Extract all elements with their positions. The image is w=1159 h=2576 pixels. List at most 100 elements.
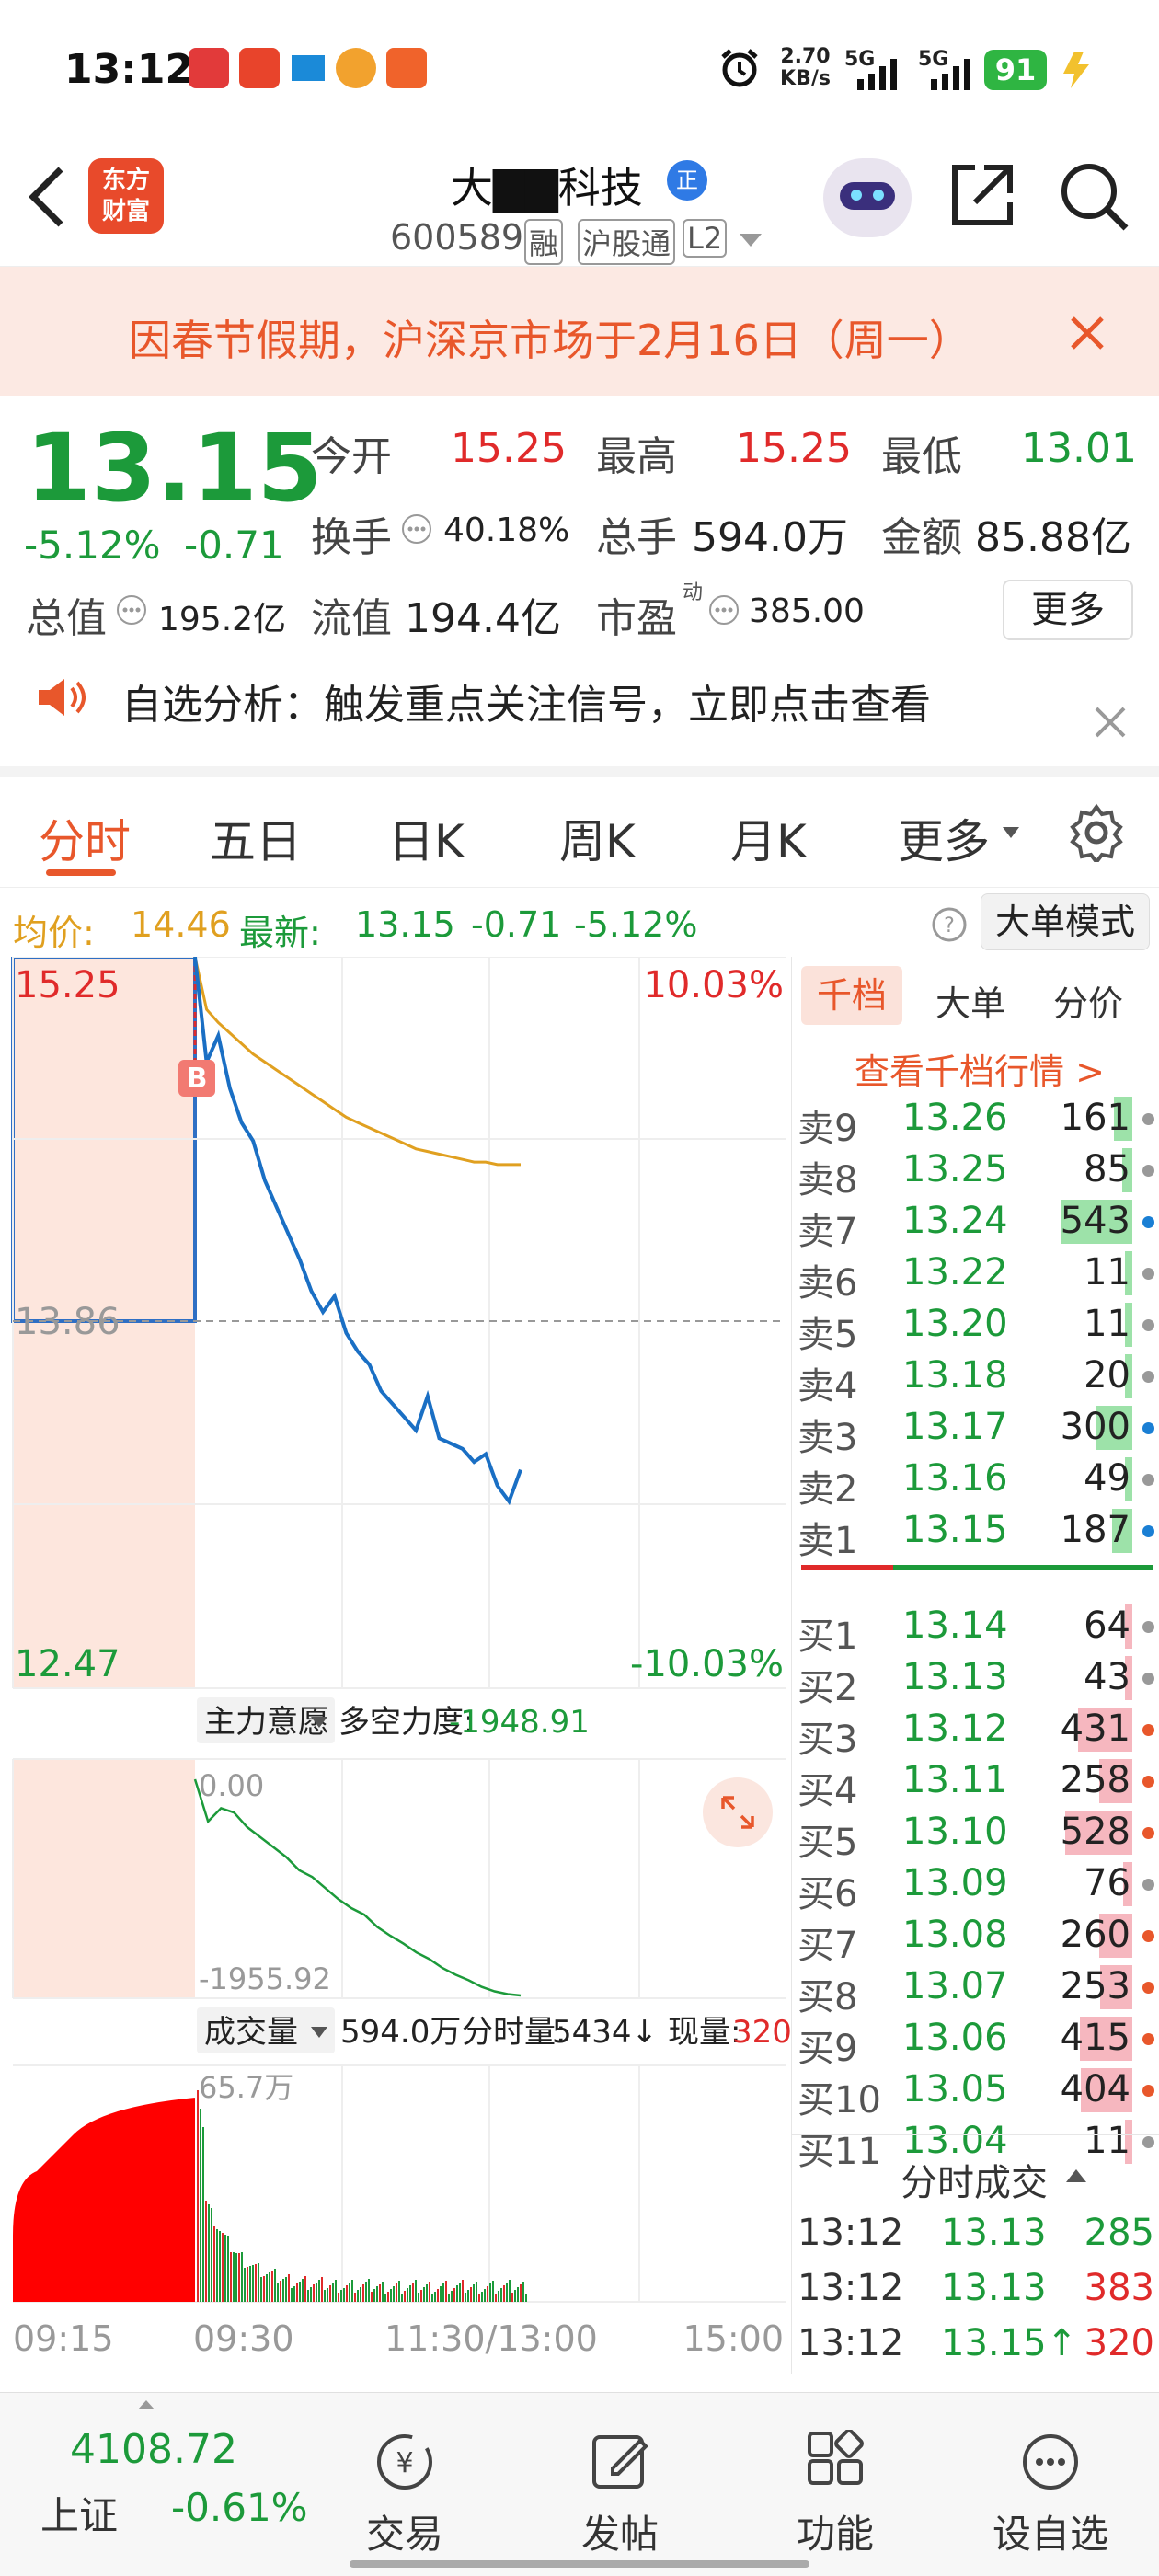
chevron-up-icon[interactable] [136, 2398, 156, 2411]
info-dots-icon[interactable] [116, 594, 147, 626]
chevron-up-icon[interactable] [1064, 2168, 1088, 2184]
sell-level-row[interactable]: 卖8 13.25 85 [792, 1144, 1159, 1202]
volume-bar [274, 2269, 276, 2302]
info-dots-icon[interactable] [401, 513, 432, 545]
buy-level-row[interactable]: 买10 13.05 404 [792, 2064, 1159, 2122]
volume-bar [393, 2286, 395, 2302]
tab-monthly-k[interactable]: 月K [730, 805, 807, 871]
stock-title[interactable]: 大▇▇科技 正 600589 融 沪股通 L2 [386, 147, 773, 265]
sell-level-row[interactable]: 卖7 13.24 543 [792, 1196, 1159, 1253]
sell-level-row[interactable]: 卖4 13.18 20 [792, 1351, 1159, 1408]
level-volume: 187 [1060, 1509, 1130, 1551]
volume-select-label: 成交量 [204, 2014, 298, 2051]
volume-bar [387, 2292, 389, 2302]
post-button[interactable]: 发帖 [546, 2430, 694, 2559]
sell-level-row[interactable]: 卖9 13.26 161 [792, 1093, 1159, 1150]
tab-price-dist[interactable]: 分价 [1053, 975, 1123, 1026]
low-value: 13.01 [1021, 425, 1137, 472]
low-label: 最低 [881, 433, 962, 480]
view-depth-link[interactable]: 查看千档行情 > [855, 1043, 1105, 1094]
alert-notice[interactable]: 自选分析：触发重点关注信号，立即点击查看 [0, 662, 1159, 777]
tab-depth-1000[interactable]: 千档 [801, 966, 902, 1025]
volume-bar [244, 2268, 246, 2302]
assistant-robot-icon[interactable] [823, 158, 912, 237]
volume-bar [211, 2208, 212, 2302]
buy-level-row[interactable]: 买4 13.11 258 [792, 1755, 1159, 1812]
tab-daily-k[interactable]: 日K [388, 805, 465, 871]
holiday-banner[interactable]: 因春节假期，沪深京市场于2月16日（周一） [0, 267, 1159, 396]
back-icon[interactable] [26, 164, 68, 230]
tab-more[interactable]: 更多 [898, 805, 990, 871]
chart-tabs: 分时 五日 日K 周K 月K 更多 [0, 777, 1159, 888]
indicator-select-label: 主力意愿 [204, 1704, 329, 1741]
buy-level-row[interactable]: 买3 13.12 431 [792, 1704, 1159, 1761]
more-button[interactable]: 更多 [1003, 580, 1133, 640]
add-watchlist-button[interactable]: 设自选 [977, 2430, 1124, 2559]
info-dots-icon[interactable] [708, 594, 740, 626]
volume-bar [202, 2127, 204, 2302]
change-pct: -5.12% [24, 523, 161, 568]
buy-level-row[interactable]: 买6 13.09 76 [792, 1858, 1159, 1915]
intraday-price-chart[interactable]: B 15.25 13.86 12.47 10.03% -10.03% 主力意愿 … [0, 957, 791, 2374]
level-dot [1142, 2136, 1154, 2148]
gear-icon[interactable] [1067, 803, 1126, 862]
volume-bar [420, 2290, 422, 2302]
volume-bar [230, 2252, 232, 2302]
expand-button[interactable] [703, 1777, 773, 1847]
app-logo[interactable]: 东方 财富 [88, 158, 164, 234]
help-icon[interactable]: ? [931, 906, 968, 943]
level-dot [1142, 1827, 1154, 1839]
dropdown-arrow-icon[interactable] [738, 230, 763, 248]
volume-bar [487, 2286, 488, 2302]
buy-level-row[interactable]: 买8 13.07 253 [792, 1961, 1159, 2018]
share-icon[interactable] [947, 160, 1017, 230]
sell-level-row[interactable]: 卖1 13.15 187 [792, 1505, 1159, 1562]
function-button[interactable]: 功能 [762, 2430, 909, 2559]
verified-icon: 正 [667, 160, 707, 201]
time-label-open: 09:15 [13, 2318, 114, 2359]
index-value[interactable]: 4108.72 [70, 2426, 237, 2473]
price-axis-top: 15.25 [15, 964, 120, 1006]
tick-time: 13:12 [798, 2267, 904, 2309]
level-volume: 260 [1060, 1914, 1130, 1956]
avg-value: 14.46 [131, 904, 231, 945]
volume-bar [263, 2276, 265, 2302]
volume-bar [293, 2286, 295, 2302]
volume-bar [473, 2284, 475, 2302]
buy-level-row[interactable]: 买1 13.14 64 [792, 1601, 1159, 1658]
chevron-down-icon[interactable] [1001, 825, 1021, 840]
svg-text:¥: ¥ [396, 2447, 413, 2479]
search-icon[interactable] [1058, 160, 1131, 234]
sell-level-row[interactable]: 卖3 13.17 300 [792, 1402, 1159, 1459]
tab-intraday[interactable]: 分时 [39, 805, 131, 871]
level-volume: 300 [1060, 1406, 1130, 1448]
level-dot [1142, 1165, 1154, 1177]
volume-bar [238, 2253, 240, 2302]
sell-level-row[interactable]: 卖5 13.20 11 [792, 1299, 1159, 1356]
buy-level-row[interactable]: 买7 13.08 260 [792, 1910, 1159, 1967]
buy-level-row[interactable]: 买9 13.06 415 [792, 2013, 1159, 2070]
volume-bar [373, 2289, 375, 2302]
ticks-title[interactable]: 分时成交 [901, 2153, 1048, 2206]
sell-level-row[interactable]: 卖6 13.22 11 [792, 1248, 1159, 1305]
big-order-mode-button[interactable]: 大单模式 [981, 893, 1150, 950]
tab-weekly-k[interactable]: 周K [559, 805, 636, 871]
level-volume: 49 [1084, 1457, 1130, 1500]
volume-bar [332, 2283, 334, 2302]
latest-label: 最新: [239, 913, 321, 953]
volume-now-label: 现量: [668, 2014, 740, 2051]
tab-big-order[interactable]: 大单 [935, 975, 1005, 1026]
sell-level-row[interactable]: 卖2 13.16 49 [792, 1454, 1159, 1511]
trade-button[interactable]: ¥ 交易 [331, 2430, 478, 2559]
tab-five-day[interactable]: 五日 [210, 805, 302, 871]
level-price: 13.22 [902, 1251, 1008, 1294]
buy-level-row[interactable]: 买5 13.10 528 [792, 1807, 1159, 1864]
mktcap-label: 总值 [26, 595, 107, 642]
volume-bar [376, 2286, 378, 2302]
close-icon[interactable] [1093, 705, 1128, 740]
trade-label: 交易 [365, 2512, 443, 2557]
indicator-value: -1948.91 [449, 1704, 590, 1741]
close-icon[interactable] [1067, 313, 1107, 353]
volume-bar [307, 2290, 309, 2302]
buy-level-row[interactable]: 买2 13.13 43 [792, 1652, 1159, 1709]
